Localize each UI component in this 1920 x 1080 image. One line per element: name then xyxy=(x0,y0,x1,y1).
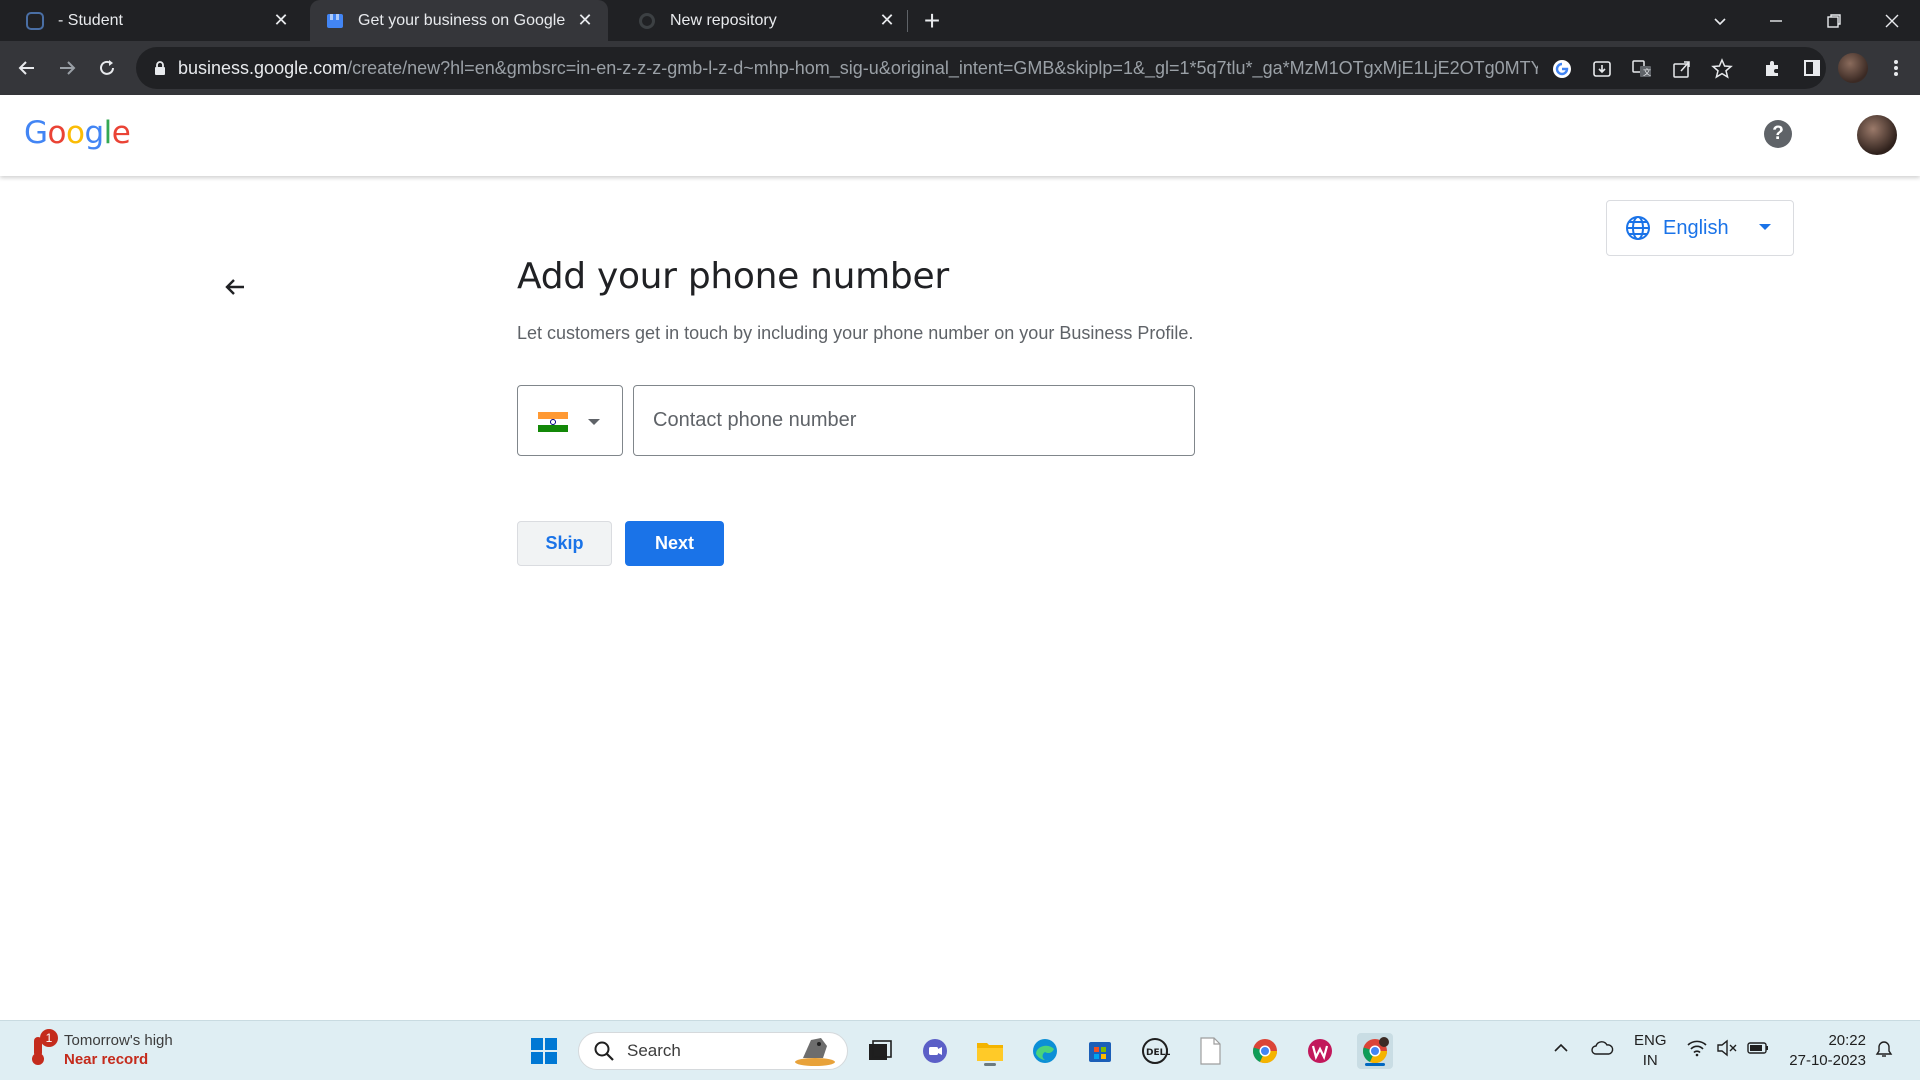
clock-time: 20:22 xyxy=(1828,1032,1866,1049)
back-button[interactable] xyxy=(11,52,43,84)
close-window-button[interactable] xyxy=(1864,0,1920,41)
lock-icon xyxy=(155,61,165,75)
next-button[interactable]: Next xyxy=(625,521,724,566)
tab-business[interactable]: Get your business on Google ✕ xyxy=(310,0,608,41)
url-path: /create/new?hl=en&gmbsrc=in-en-z-z-z-gmb… xyxy=(347,58,1538,78)
back-arrow-button[interactable] xyxy=(220,272,250,302)
tab-search-icon[interactable] xyxy=(1692,0,1748,41)
url-host: business.google.com xyxy=(178,58,348,78)
language-label: English xyxy=(1663,216,1729,239)
google-logo[interactable]: Google xyxy=(24,115,131,151)
close-icon[interactable]: ✕ xyxy=(876,10,898,32)
minimize-button[interactable] xyxy=(1748,0,1804,41)
browser-toolbar: business.google.com/create/new?hl=en&gmb… xyxy=(0,41,1920,95)
install-app-icon[interactable] xyxy=(1590,57,1614,81)
tab-label: - Student xyxy=(58,11,123,29)
wifi-icon[interactable] xyxy=(1686,1039,1708,1060)
language-selector[interactable]: English xyxy=(1606,200,1794,256)
edge-browser-icon[interactable] xyxy=(1027,1033,1063,1069)
notification-badge: 1 xyxy=(40,1029,58,1047)
teams-chat-icon[interactable] xyxy=(917,1033,953,1069)
country-code-selector[interactable] xyxy=(517,385,623,456)
language-code: ENG xyxy=(1634,1032,1667,1049)
phone-number-input[interactable] xyxy=(633,385,1195,456)
volume-muted-icon[interactable] xyxy=(1716,1039,1738,1060)
close-icon[interactable]: ✕ xyxy=(574,10,596,32)
tab-label: New repository xyxy=(670,11,777,29)
search-icon xyxy=(594,1041,614,1061)
extensions-icon[interactable] xyxy=(1756,52,1788,84)
running-indicator xyxy=(1365,1063,1385,1066)
weather-headline: Tomorrow's high xyxy=(64,1032,173,1049)
microsoft-store-icon[interactable] xyxy=(1082,1033,1118,1069)
tab-strip: - Student ✕ Get your business on Google … xyxy=(0,0,1920,41)
battery-icon[interactable] xyxy=(1746,1039,1770,1060)
windows-taskbar: 1 Tomorrow's high Near record Search DEL… xyxy=(0,1020,1920,1080)
profile-avatar[interactable] xyxy=(1838,53,1868,83)
google-lens-icon[interactable] xyxy=(1550,57,1574,81)
more-menu-icon[interactable] xyxy=(1880,52,1912,84)
tab-label: Get your business on Google xyxy=(358,11,566,29)
search-label: Search xyxy=(627,1041,681,1060)
reload-button[interactable] xyxy=(91,52,123,84)
notification-center-icon[interactable] xyxy=(1874,1039,1894,1062)
tab-student[interactable]: - Student ✕ xyxy=(0,0,304,41)
india-flag-icon xyxy=(538,412,568,432)
region-code: IN xyxy=(1642,1052,1658,1069)
system-clock[interactable]: 20:22 27-10-2023 xyxy=(1786,1031,1866,1071)
tab-separator xyxy=(907,10,908,32)
page-subtitle: Let customers get in touch by including … xyxy=(517,323,1194,343)
help-icon[interactable]: ? xyxy=(1764,120,1792,148)
chevron-down-icon xyxy=(1759,224,1771,230)
business-profile-icon xyxy=(324,10,346,32)
close-icon[interactable]: ✕ xyxy=(270,10,292,32)
arrow-left-icon xyxy=(225,279,244,295)
chevron-down-icon xyxy=(588,419,600,425)
notepad-file-icon[interactable] xyxy=(1192,1033,1228,1069)
github-icon xyxy=(636,10,658,32)
taskbar-search[interactable]: Search xyxy=(578,1032,848,1070)
side-panel-icon[interactable] xyxy=(1796,52,1828,84)
file-explorer-icon[interactable] xyxy=(972,1033,1008,1069)
translate-icon[interactable]: 文 xyxy=(1630,57,1654,81)
globe-icon xyxy=(1626,216,1650,240)
task-view-icon[interactable] xyxy=(862,1033,898,1069)
page-header: Google ? xyxy=(0,95,1920,176)
onedrive-icon[interactable] xyxy=(1590,1039,1614,1060)
tab-new-repository[interactable]: New repository ✕ xyxy=(612,0,910,41)
bookmark-star-icon[interactable] xyxy=(1710,57,1734,81)
restore-button[interactable] xyxy=(1806,0,1862,41)
windows-start-icon[interactable] xyxy=(526,1033,562,1069)
show-hidden-icons[interactable] xyxy=(1552,1039,1570,1060)
skip-button[interactable]: Skip xyxy=(517,521,612,566)
new-tab-button[interactable]: + xyxy=(917,5,947,36)
student-tab-icon xyxy=(24,10,46,32)
thermometer-icon: 1 xyxy=(26,1029,58,1067)
weather-detail: Near record xyxy=(64,1051,149,1068)
share-icon[interactable] xyxy=(1670,57,1694,81)
weather-widget[interactable]: 1 Tomorrow's high Near record xyxy=(26,1029,173,1069)
search-highlight-icon xyxy=(795,1038,835,1066)
chrome-profile-icon[interactable] xyxy=(1357,1033,1393,1069)
running-indicator xyxy=(984,1063,996,1066)
account-avatar[interactable] xyxy=(1857,115,1897,155)
svg-text:DELL: DELL xyxy=(1146,1048,1170,1058)
url-text: business.google.com/create/new?hl=en&gmb… xyxy=(178,58,1538,79)
svg-text:文: 文 xyxy=(1643,67,1651,77)
address-bar[interactable]: business.google.com/create/new?hl=en&gmb… xyxy=(136,47,1826,89)
clock-date: 27-10-2023 xyxy=(1789,1052,1866,1069)
input-language-indicator[interactable]: ENG IN xyxy=(1634,1031,1667,1071)
wps-office-icon[interactable] xyxy=(1302,1033,1338,1069)
page-title: Add your phone number xyxy=(517,256,949,297)
forward-button[interactable] xyxy=(51,52,83,84)
chrome-icon[interactable] xyxy=(1247,1033,1283,1069)
dell-app-icon[interactable]: DELL xyxy=(1137,1033,1173,1069)
